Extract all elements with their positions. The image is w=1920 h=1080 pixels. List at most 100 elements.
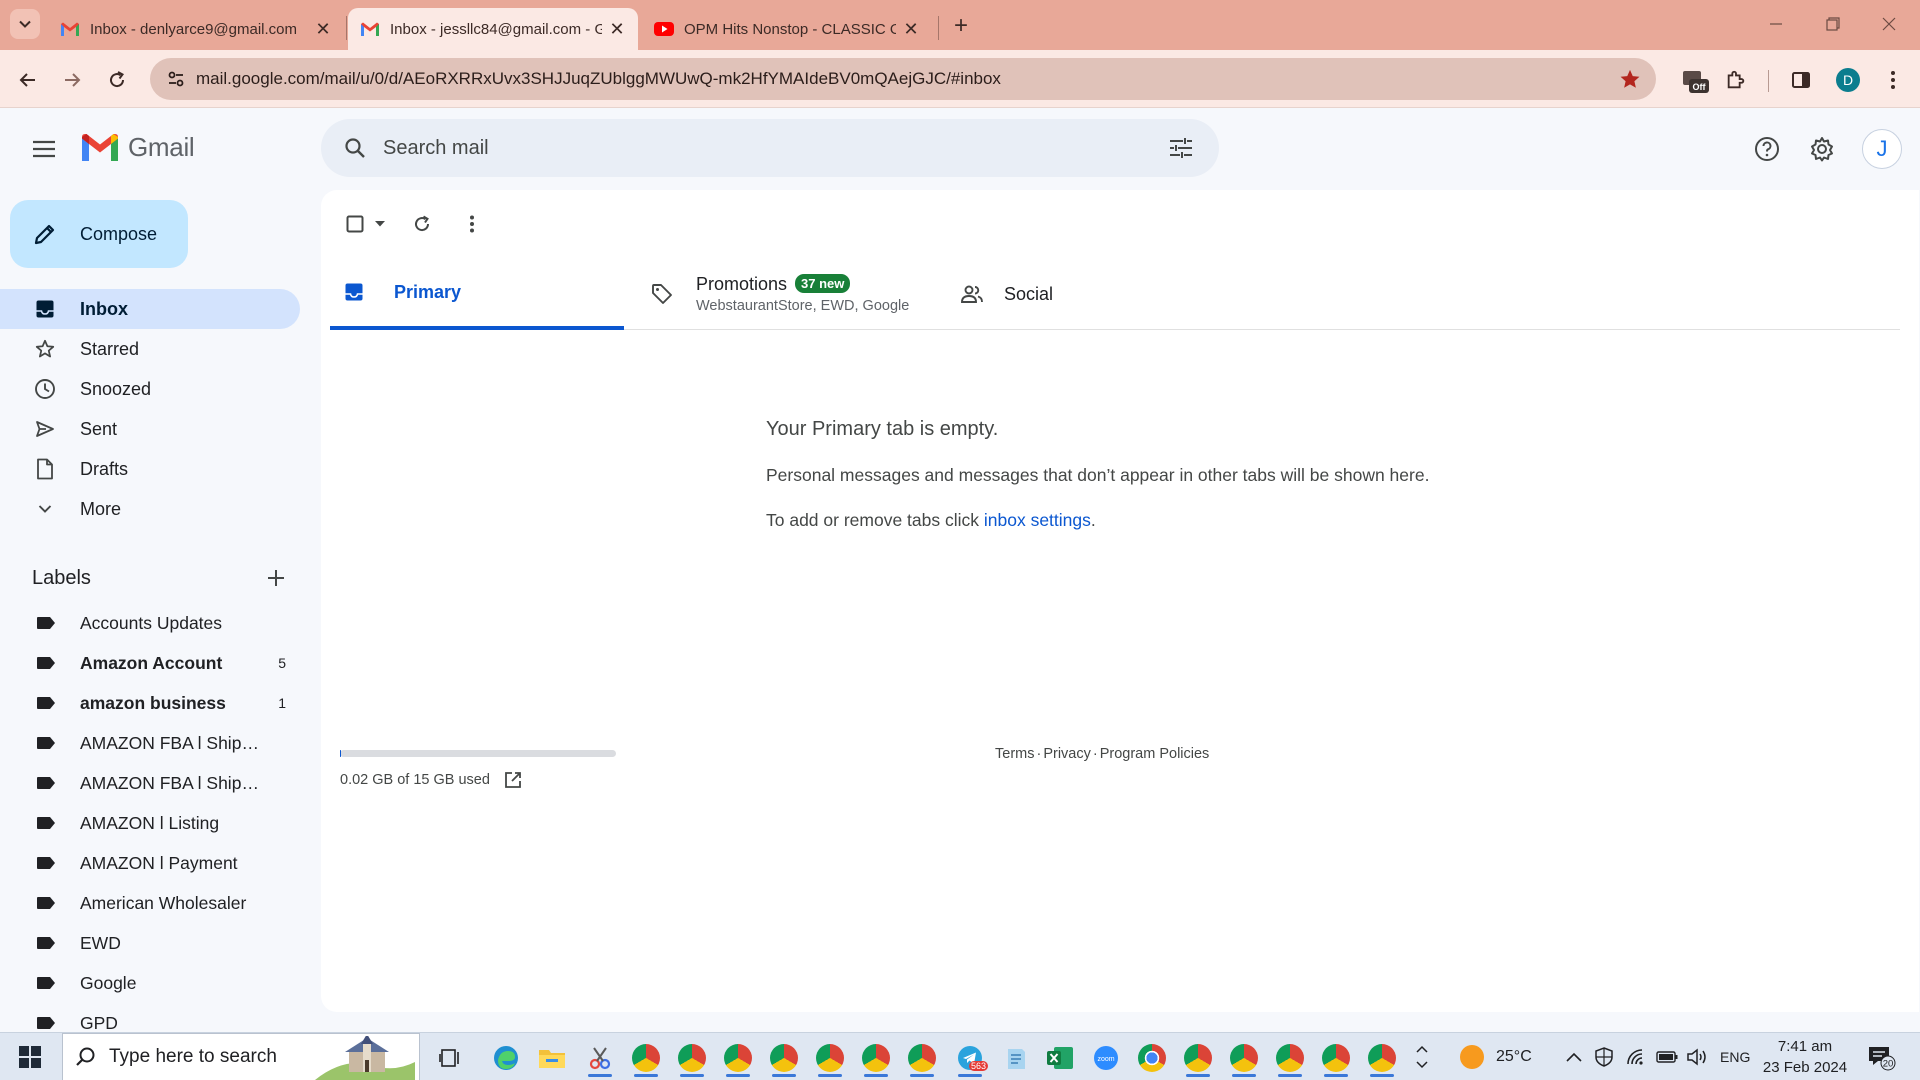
back-button[interactable] bbox=[12, 64, 44, 96]
extensions-puzzle-icon[interactable] bbox=[1720, 64, 1752, 96]
close-icon[interactable]: ✕ bbox=[608, 19, 626, 40]
browser-menu-icon[interactable] bbox=[1877, 64, 1909, 96]
label-item[interactable]: EWD bbox=[0, 923, 300, 963]
main-menu-button[interactable] bbox=[24, 129, 64, 169]
reload-button[interactable] bbox=[101, 64, 133, 96]
sidebar-item-snoozed[interactable]: Snoozed bbox=[0, 369, 300, 409]
chrome-profile-icon[interactable] bbox=[1316, 1039, 1356, 1077]
terms-link[interactable]: Terms bbox=[995, 746, 1034, 762]
input-language[interactable]: ENG bbox=[1720, 1033, 1750, 1080]
weather-widget[interactable]: 25°C bbox=[1460, 1033, 1532, 1080]
label-item[interactable]: AMAZON FBA l Shipped Out bbox=[0, 763, 300, 803]
chrome-profile-icon[interactable] bbox=[1224, 1039, 1264, 1077]
gmail-logo[interactable]: Gmail bbox=[80, 132, 195, 163]
url-text[interactable]: mail.google.com/mail/u/0/d/AEoRXRRxUvx3S… bbox=[196, 69, 1612, 89]
excel-icon[interactable] bbox=[1040, 1039, 1080, 1077]
minimize-icon[interactable] bbox=[1753, 8, 1799, 40]
open-in-new-icon[interactable] bbox=[504, 771, 522, 789]
refresh-button[interactable] bbox=[397, 204, 447, 244]
label-item[interactable]: AMAZON l Listing bbox=[0, 803, 300, 843]
label-item[interactable]: Accounts Updates bbox=[0, 603, 300, 643]
chrome-profile-icon[interactable] bbox=[672, 1039, 712, 1077]
bookmark-star-icon[interactable] bbox=[1612, 68, 1648, 90]
close-icon[interactable]: ✕ bbox=[902, 19, 920, 40]
select-all-checkbox[interactable] bbox=[341, 204, 369, 244]
sidebar-item-drafts[interactable]: Drafts bbox=[0, 449, 300, 489]
snipping-tool-icon[interactable] bbox=[580, 1039, 620, 1077]
label-item[interactable]: AMAZON l Payment bbox=[0, 843, 300, 883]
add-label-button[interactable] bbox=[260, 562, 292, 594]
label-item[interactable]: American Wholesaler bbox=[0, 883, 300, 923]
chrome-profile-icon[interactable] bbox=[718, 1039, 758, 1077]
new-tab-button[interactable]: + bbox=[946, 12, 976, 42]
label-item[interactable]: AMAZON FBA l Shipment Created bbox=[0, 723, 300, 763]
taskbar-search-box[interactable]: Type here to search bbox=[62, 1033, 420, 1080]
chrome-profile-icon[interactable] bbox=[1178, 1039, 1218, 1077]
browser-tab-denlyarce[interactable]: Inbox - denlyarce9@gmail.com ✕ bbox=[48, 8, 344, 50]
select-menu-button[interactable] bbox=[369, 204, 391, 244]
notification-center-icon[interactable]: 20 bbox=[1866, 1033, 1896, 1080]
chrome-profile-icon[interactable] bbox=[810, 1039, 850, 1077]
edge-browser-icon[interactable] bbox=[486, 1039, 526, 1077]
site-info-icon[interactable] bbox=[156, 58, 196, 100]
wifi-icon[interactable] bbox=[1626, 1033, 1646, 1080]
battery-icon[interactable] bbox=[1656, 1033, 1678, 1080]
address-bar[interactable]: mail.google.com/mail/u/0/d/AEoRXRRxUvx3S… bbox=[150, 58, 1656, 100]
volume-icon[interactable] bbox=[1686, 1033, 1708, 1080]
defender-shield-icon[interactable] bbox=[1594, 1033, 1614, 1080]
forward-button[interactable] bbox=[56, 64, 88, 96]
sidebar-item-starred[interactable]: Starred bbox=[0, 329, 300, 369]
account-avatar[interactable]: J bbox=[1862, 129, 1902, 169]
privacy-link[interactable]: Privacy bbox=[1043, 746, 1091, 762]
search-bar[interactable] bbox=[321, 119, 1219, 177]
task-view-icon[interactable] bbox=[430, 1039, 470, 1077]
search-icon[interactable] bbox=[327, 136, 383, 160]
tag-icon bbox=[650, 283, 674, 305]
tab-primary[interactable]: Primary bbox=[330, 258, 624, 330]
search-options-icon[interactable] bbox=[1153, 137, 1209, 159]
settings-gear-icon[interactable] bbox=[1802, 129, 1842, 169]
sidebar-item-more[interactable]: More bbox=[0, 489, 300, 529]
zoom-icon[interactable]: zoom bbox=[1086, 1039, 1126, 1077]
running-indicator bbox=[588, 1074, 612, 1077]
tab-separator bbox=[346, 16, 347, 40]
taskbar-scroll[interactable] bbox=[1410, 1033, 1434, 1080]
chrome-profile-icon[interactable] bbox=[1362, 1039, 1402, 1077]
inbox-settings-link[interactable]: inbox settings bbox=[984, 510, 1091, 530]
tab-search-button[interactable] bbox=[10, 9, 40, 39]
search-input[interactable] bbox=[383, 136, 1153, 160]
compose-button[interactable]: Compose bbox=[10, 200, 188, 268]
show-hidden-icons-button[interactable] bbox=[1566, 1033, 1582, 1080]
browser-tab-jessllc[interactable]: Inbox - jessllc84@gmail.com - G ✕ bbox=[348, 8, 638, 50]
side-panel-icon[interactable] bbox=[1785, 64, 1817, 96]
profile-avatar[interactable]: D bbox=[1832, 64, 1864, 96]
tab-promotions[interactable]: Promotions 37 new WebstaurantStore, EWD, … bbox=[650, 258, 950, 330]
chrome-profile-icon[interactable] bbox=[856, 1039, 896, 1077]
chrome-icon[interactable] bbox=[1132, 1039, 1172, 1077]
help-icon[interactable] bbox=[1747, 129, 1787, 169]
label-item[interactable]: Google bbox=[0, 963, 300, 1003]
more-actions-button[interactable] bbox=[447, 204, 497, 244]
chrome-profile-icon[interactable] bbox=[764, 1039, 804, 1077]
sidebar-item-inbox[interactable]: Inbox bbox=[0, 289, 300, 329]
label-item[interactable]: Amazon Account 5 bbox=[0, 643, 300, 683]
telegram-icon[interactable]: 563 bbox=[950, 1039, 990, 1077]
chrome-profile-icon[interactable] bbox=[902, 1039, 942, 1077]
windows-start-button[interactable] bbox=[10, 1041, 50, 1073]
footer-links: Terms · Privacy · Program Policies bbox=[995, 746, 1209, 762]
label-item[interactable]: GPD bbox=[0, 1003, 300, 1033]
chrome-profile-icon[interactable] bbox=[1270, 1039, 1310, 1077]
tab-social[interactable]: Social bbox=[960, 258, 1260, 330]
program-policies-link[interactable]: Program Policies bbox=[1100, 746, 1210, 762]
browser-tab-opm-hits[interactable]: OPM Hits Nonstop - CLASSIC O ✕ bbox=[642, 8, 932, 50]
label-item[interactable]: amazon business 1 bbox=[0, 683, 300, 723]
taskbar-clock[interactable]: 7:41 am 23 Feb 2024 bbox=[1758, 1036, 1852, 1078]
window-close-icon[interactable] bbox=[1866, 8, 1912, 40]
chrome-profile-icon[interactable] bbox=[626, 1039, 666, 1077]
file-explorer-icon[interactable] bbox=[532, 1039, 572, 1077]
notepad-icon[interactable] bbox=[996, 1039, 1036, 1077]
close-icon[interactable]: ✕ bbox=[314, 19, 332, 40]
extension-off-icon[interactable]: Off bbox=[1678, 64, 1710, 96]
restore-icon[interactable] bbox=[1810, 8, 1856, 40]
sidebar-item-sent[interactable]: Sent bbox=[0, 409, 300, 449]
